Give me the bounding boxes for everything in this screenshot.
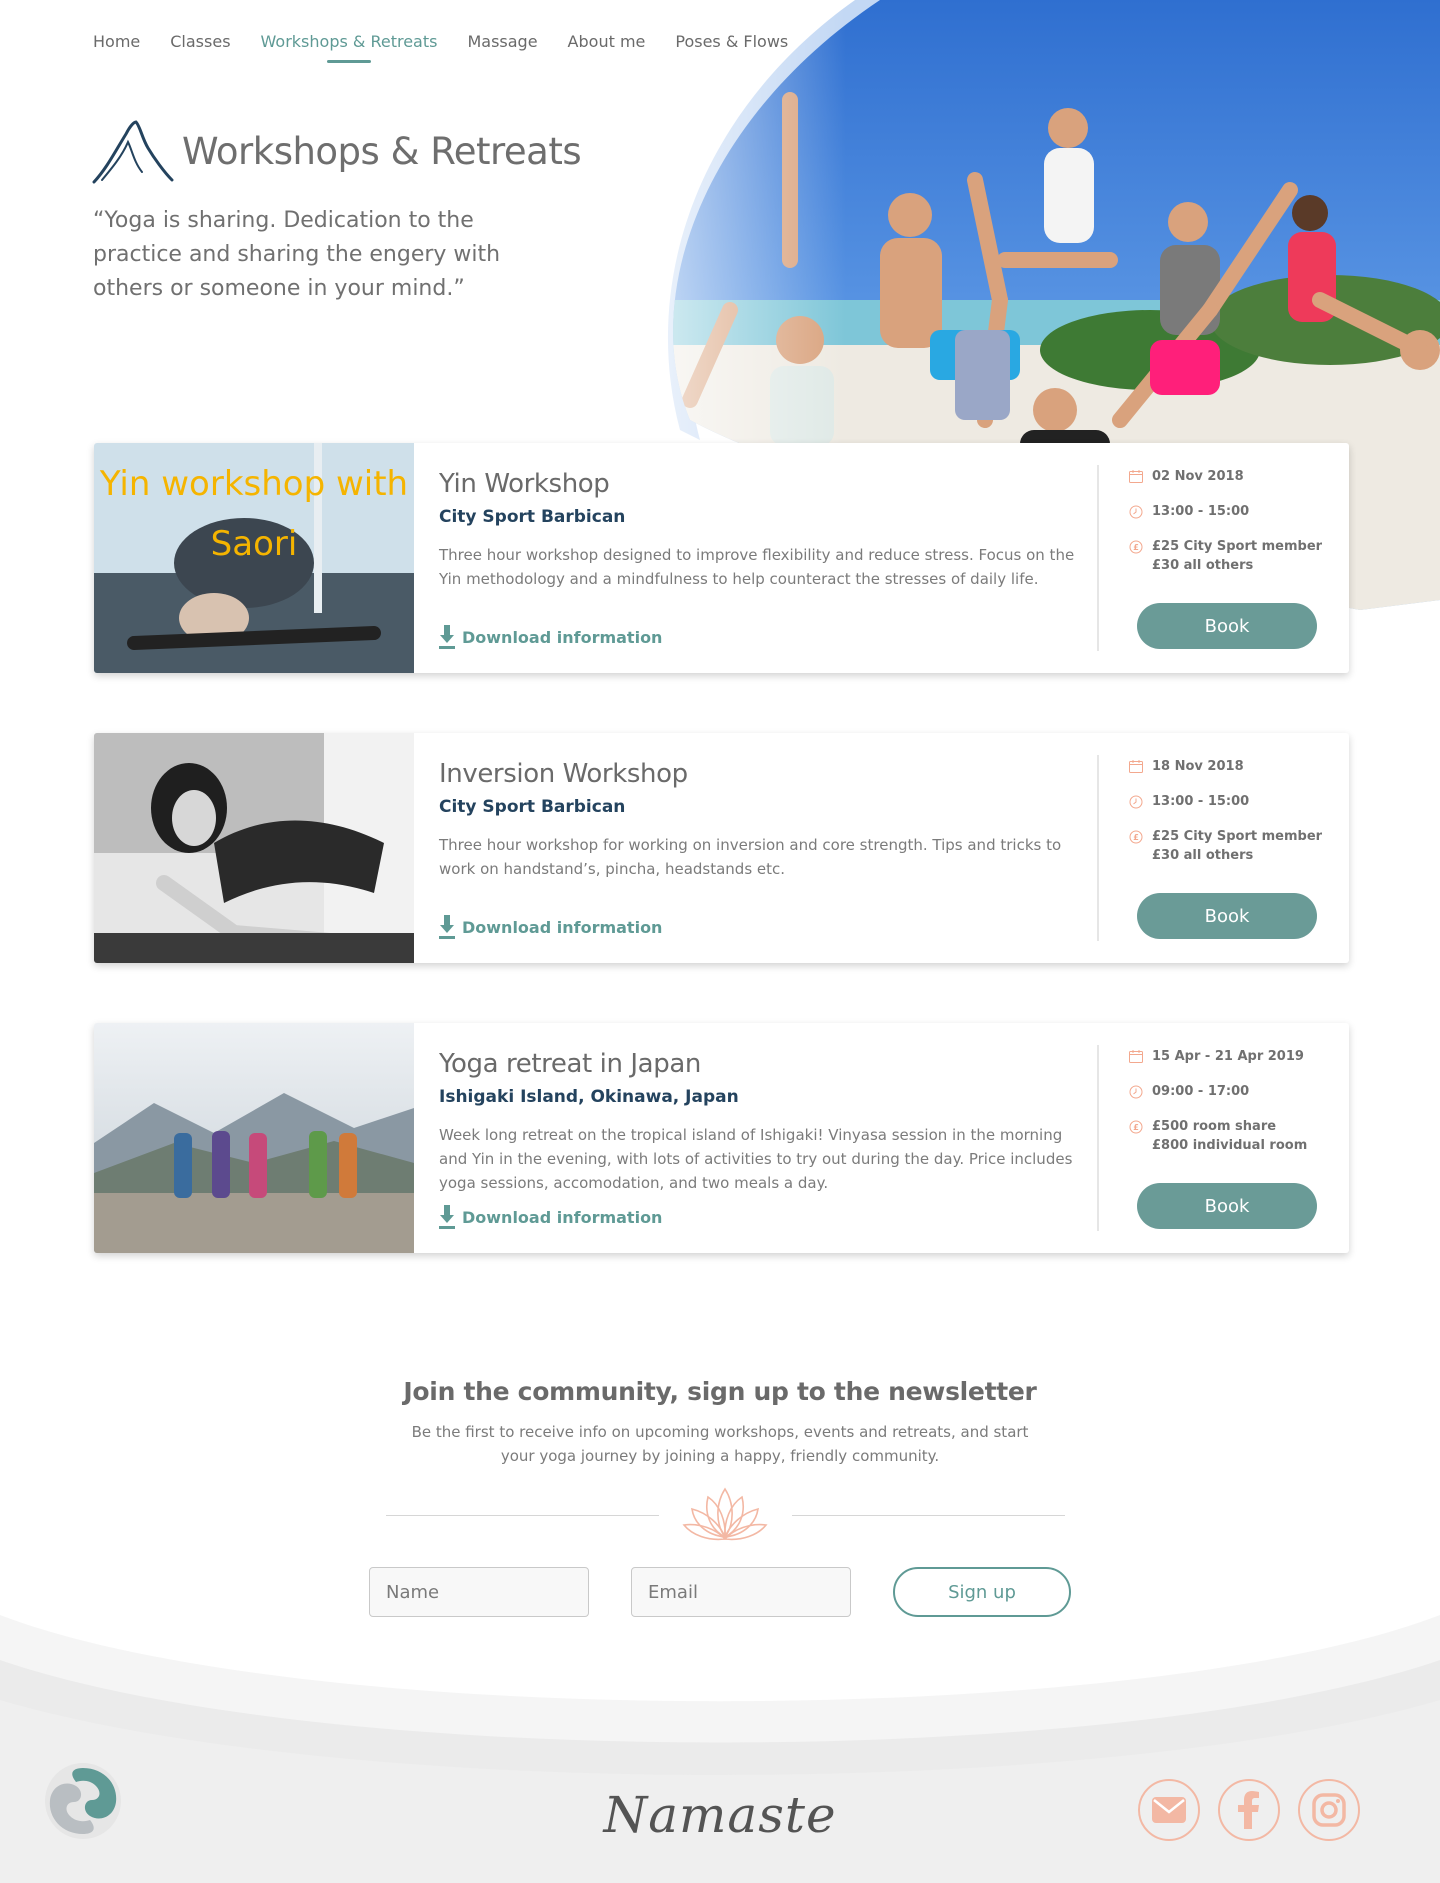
event-time-text: 13:00 - 15:00 <box>1152 794 1250 809</box>
newsletter-text: Be the first to receive info on upcoming… <box>411 1423 1029 1465</box>
lotus-icon <box>682 1487 768 1541</box>
email-icon <box>1152 1797 1186 1823</box>
download-icon <box>439 625 455 649</box>
event-price-line1: £25 City Sport member <box>1152 539 1323 554</box>
download-label: Download information <box>462 1207 663 1227</box>
event-image <box>94 1023 414 1253</box>
page-title: Workshops & Retreats <box>182 129 582 173</box>
download-icon <box>439 1205 455 1229</box>
pound-icon: £ <box>1129 830 1143 844</box>
image-caption-line1: Yin workshop with <box>99 464 408 504</box>
event-price: £ £25 City Sport member £30 all others <box>1129 537 1322 575</box>
event-venue: Ishigaki Island, Okinawa, Japan <box>439 1087 739 1107</box>
event-date-text: 18 Nov 2018 <box>1152 759 1244 774</box>
event-description: Three hour workshop designed to improve … <box>439 546 1075 588</box>
mountain-icon <box>92 120 174 184</box>
book-button[interactable]: Book <box>1137 1183 1317 1229</box>
main-nav: Home Classes Workshops & Retreats Massag… <box>93 32 818 63</box>
event-image <box>94 733 414 963</box>
event-description: Three hour workshop for working on inver… <box>439 836 1062 878</box>
nav-item-home[interactable]: Home <box>93 32 140 63</box>
email-link[interactable] <box>1138 1779 1200 1841</box>
book-button[interactable]: Book <box>1137 603 1317 649</box>
event-price-line2: £30 all others <box>1152 848 1254 863</box>
event-venue: City Sport Barbican <box>439 797 626 817</box>
download-label: Download information <box>462 917 663 937</box>
instagram-link[interactable] <box>1298 1779 1360 1841</box>
event-date-text: 15 Apr - 21 Apr 2019 <box>1152 1049 1304 1064</box>
clock-icon <box>1129 1085 1143 1099</box>
event-title: Inversion Workshop <box>439 759 688 789</box>
nav-item-massage[interactable]: Massage <box>467 32 537 63</box>
event-time: 09:00 - 17:00 <box>1129 1082 1249 1101</box>
event-description: Week long retreat on the tropical island… <box>439 1126 1073 1192</box>
event-price: £ £25 City Sport member £30 all others <box>1129 827 1322 865</box>
email-input[interactable] <box>631 1567 851 1617</box>
event-date: 02 Nov 2018 <box>1129 467 1244 486</box>
download-information-link[interactable]: Download information <box>439 1205 662 1229</box>
pound-icon: £ <box>1129 540 1143 554</box>
svg-text:£: £ <box>1133 1123 1139 1132</box>
event-price-line1: £25 City Sport member <box>1152 829 1323 844</box>
event-venue: City Sport Barbican <box>439 507 626 527</box>
event-details: Yoga retreat in Japan Ishigaki Island, O… <box>439 1023 1139 1253</box>
name-input[interactable] <box>369 1567 589 1617</box>
event-card: Inversion Workshop City Sport Barbican T… <box>94 733 1349 963</box>
svg-text:£: £ <box>1133 543 1139 552</box>
event-price: £ £500 room share £800 individual room <box>1129 1117 1307 1155</box>
download-icon <box>439 915 455 939</box>
event-meta: 18 Nov 2018 13:00 - 15:00 £ £25 City Spo… <box>1097 755 1349 941</box>
event-price-line2: £800 individual room <box>1152 1138 1308 1153</box>
event-details: Inversion Workshop City Sport Barbican T… <box>439 733 1139 963</box>
nav-item-about-me[interactable]: About me <box>568 32 646 63</box>
divider-left <box>386 1515 659 1516</box>
divider-right <box>792 1515 1065 1516</box>
event-date: 15 Apr - 21 Apr 2019 <box>1129 1047 1304 1066</box>
event-image: Yin workshop with Saori <box>94 443 414 673</box>
event-time-text: 13:00 - 15:00 <box>1152 504 1250 519</box>
clock-icon <box>1129 795 1143 809</box>
event-title: Yoga retreat in Japan <box>439 1049 701 1079</box>
download-label: Download information <box>462 627 663 647</box>
calendar-icon <box>1129 760 1143 773</box>
calendar-icon <box>1129 470 1143 483</box>
pound-icon: £ <box>1129 1120 1143 1134</box>
facebook-link[interactable] <box>1218 1779 1280 1841</box>
event-title: Yin Workshop <box>439 469 610 499</box>
event-price-line2: £30 all others <box>1152 558 1254 573</box>
event-time: 13:00 - 15:00 <box>1129 792 1249 811</box>
download-information-link[interactable]: Download information <box>439 915 662 939</box>
event-card: Yoga retreat in Japan Ishigaki Island, O… <box>94 1023 1349 1253</box>
event-card: Yin workshop with Saori Yin Workshop Cit… <box>94 443 1349 673</box>
clock-icon <box>1129 505 1143 519</box>
newsletter-title: Join the community, sign up to the newsl… <box>403 1377 1037 1406</box>
nav-item-workshops-retreats[interactable]: Workshops & Retreats <box>261 32 438 63</box>
event-price-line1: £500 room share <box>1152 1119 1277 1134</box>
event-time: 13:00 - 15:00 <box>1129 502 1249 521</box>
nav-item-classes[interactable]: Classes <box>170 32 230 63</box>
calendar-icon <box>1129 1050 1143 1063</box>
svg-text:£: £ <box>1133 833 1139 842</box>
signup-button[interactable]: Sign up <box>893 1567 1071 1617</box>
event-meta: 02 Nov 2018 13:00 - 15:00 £ £25 City Spo… <box>1097 465 1349 651</box>
event-details: Yin Workshop City Sport Barbican Three h… <box>439 443 1139 673</box>
image-caption-line2: Saori <box>211 524 298 564</box>
event-time-text: 09:00 - 17:00 <box>1152 1084 1250 1099</box>
instagram-icon <box>1312 1793 1346 1827</box>
facebook-icon <box>1238 1791 1259 1829</box>
event-meta: 15 Apr - 21 Apr 2019 09:00 - 17:00 £ £50… <box>1097 1045 1349 1231</box>
book-button[interactable]: Book <box>1137 893 1317 939</box>
event-date-text: 02 Nov 2018 <box>1152 469 1244 484</box>
download-information-link[interactable]: Download information <box>439 625 662 649</box>
hero-quote: “Yoga is sharing. Dedication to the prac… <box>93 208 501 301</box>
event-date: 18 Nov 2018 <box>1129 757 1244 776</box>
page-header: Workshops & Retreats <box>92 118 582 184</box>
nav-item-poses-flows[interactable]: Poses & Flows <box>675 32 788 63</box>
